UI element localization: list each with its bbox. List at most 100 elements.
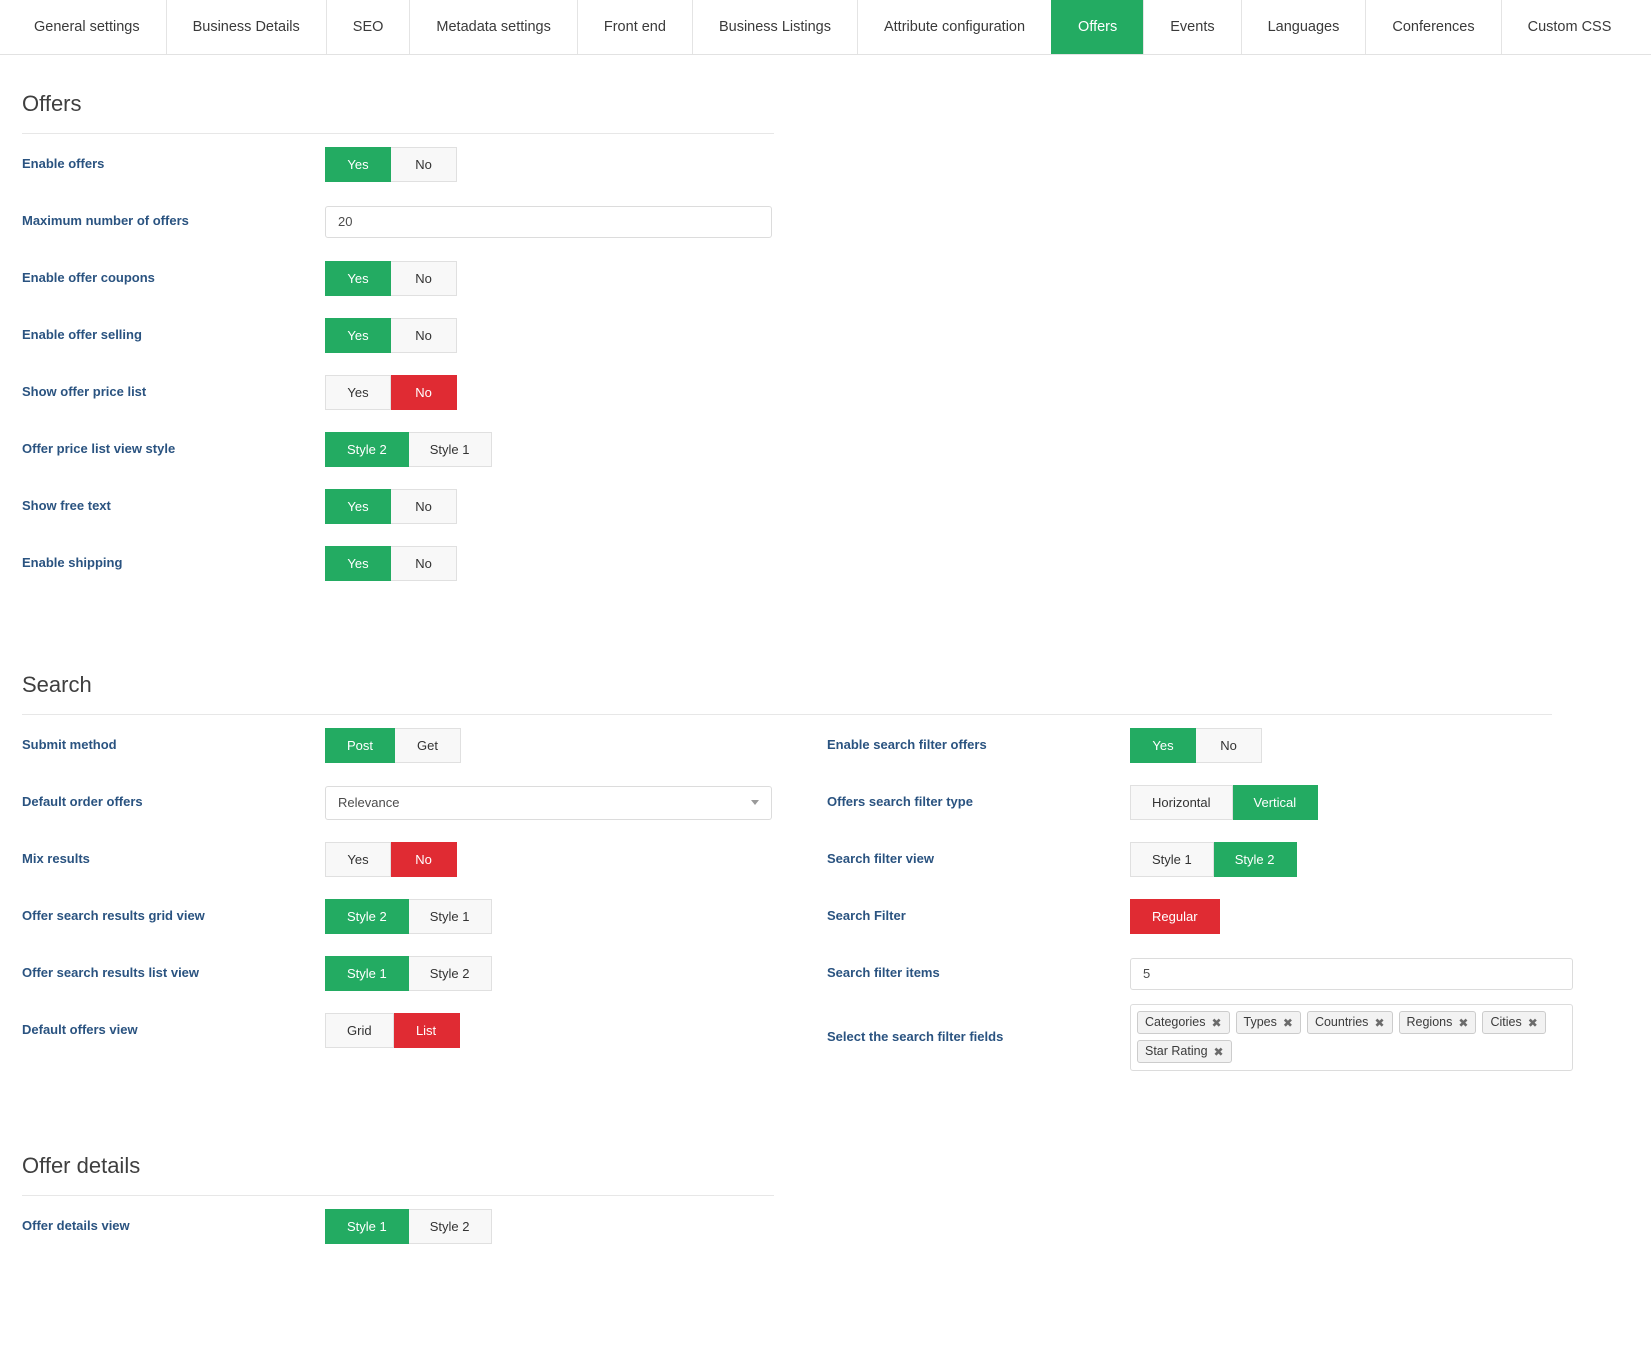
toggle-offer-price-list-view-style: Style 2 Style 1: [325, 432, 492, 467]
enable-shipping-yes-button[interactable]: Yes: [325, 546, 391, 581]
row-maximum-number-of-offers: Maximum number of offers 20: [22, 191, 827, 248]
offers-search-filter-type-vertical-button[interactable]: Vertical: [1232, 785, 1319, 820]
toggle-offer-search-results-grid-view: Style 2 Style 1: [325, 899, 492, 934]
default-offers-view-list-button[interactable]: List: [393, 1013, 460, 1048]
chip-cities[interactable]: Cities ✖: [1482, 1011, 1546, 1034]
row-enable-search-filter-offers: Enable search filter offers Yes No: [827, 715, 1587, 772]
enable-offer-coupons-no-button[interactable]: No: [391, 261, 457, 296]
submit-method-get-button[interactable]: Get: [395, 728, 462, 763]
tab-business-details[interactable]: Business Details: [165, 0, 326, 54]
offer-search-results-grid-view-option-2-button[interactable]: Style 1: [408, 899, 492, 934]
toggle-search-filter-view: Style 1 Style 2: [1130, 842, 1297, 877]
chip-star-rating[interactable]: Star Rating ✖: [1137, 1040, 1232, 1063]
tab-attribute-configuration[interactable]: Attribute configuration: [856, 0, 1052, 54]
enable-offers-no-button[interactable]: No: [391, 147, 457, 182]
tab-general-settings[interactable]: General settings: [8, 0, 166, 54]
enable-offer-selling-yes-button[interactable]: Yes: [325, 318, 391, 353]
search-section-spacer: [22, 1071, 1629, 1117]
enable-offers-yes-button[interactable]: Yes: [325, 147, 391, 182]
label-select-search-filter-fields: Select the search filter fields: [827, 1029, 1004, 1045]
row-default-offers-view: Default offers view Grid List: [22, 1000, 827, 1057]
chip-types-label: Types: [1243, 1015, 1277, 1029]
enable-search-filter-offers-no-button[interactable]: No: [1196, 728, 1262, 763]
label-offer-details-view: Offer details view: [22, 1218, 130, 1234]
remove-chip-icon[interactable]: ✖: [1528, 1017, 1538, 1029]
row-mix-results: Mix results Yes No: [22, 829, 827, 886]
show-offer-price-list-yes-button[interactable]: Yes: [325, 375, 391, 410]
label-offer-search-results-grid-view: Offer search results grid view: [22, 908, 205, 924]
row-enable-offers: Enable offers Yes No: [22, 134, 827, 191]
offer-details-view-option-2-button[interactable]: Style 2: [408, 1209, 492, 1244]
offers-search-filter-type-horizontal-button[interactable]: Horizontal: [1130, 785, 1233, 820]
chip-categories[interactable]: Categories ✖: [1137, 1011, 1230, 1034]
offer-search-results-list-view-option-2-button[interactable]: Style 2: [408, 956, 492, 991]
search-filter-view-option-1-button[interactable]: Style 1: [1130, 842, 1214, 877]
mix-results-no-button[interactable]: No: [391, 842, 457, 877]
toggle-mix-results: Yes No: [325, 842, 457, 877]
chip-countries[interactable]: Countries ✖: [1306, 1011, 1393, 1034]
offer-price-list-view-style-option-1-button[interactable]: Style 2: [325, 432, 409, 467]
label-enable-offers: Enable offers: [22, 156, 105, 172]
offer-search-results-grid-view-option-1-button[interactable]: Style 2: [325, 899, 409, 934]
label-offer-price-list-view-style: Offer price list view style: [22, 441, 176, 457]
mix-results-yes-button[interactable]: Yes: [325, 842, 391, 877]
enable-shipping-no-button[interactable]: No: [391, 546, 457, 581]
enable-offer-selling-no-button[interactable]: No: [391, 318, 457, 353]
remove-chip-icon[interactable]: ✖: [1214, 1046, 1224, 1058]
tab-front-end[interactable]: Front end: [576, 0, 692, 54]
search-section-body: Submit method Post Get Default order off…: [22, 715, 1629, 1071]
settings-tab-bar: General settings Business Details SEO Me…: [0, 0, 1651, 55]
chip-types[interactable]: Types ✖: [1235, 1011, 1301, 1034]
toggle-enable-offer-selling: Yes No: [325, 318, 457, 353]
chip-star-rating-label: Star Rating: [1145, 1044, 1208, 1058]
maximum-number-of-offers-input[interactable]: 20: [325, 205, 772, 238]
remove-chip-icon[interactable]: ✖: [1458, 1017, 1468, 1029]
label-search-filter: Search Filter: [827, 908, 906, 924]
tab-conferences[interactable]: Conferences: [1365, 0, 1501, 54]
offers-section-spacer: [22, 590, 1629, 636]
tab-seo[interactable]: SEO: [325, 0, 410, 54]
toggle-offers-search-filter-type: Horizontal Vertical: [1130, 785, 1319, 820]
offer-details-view-option-1-button[interactable]: Style 1: [325, 1209, 409, 1244]
row-enable-offer-coupons: Enable offer coupons Yes No: [22, 248, 827, 305]
tab-languages[interactable]: Languages: [1240, 0, 1366, 54]
label-offers-search-filter-type: Offers search filter type: [827, 794, 973, 810]
search-section-title: Search: [22, 672, 92, 697]
search-filter-items-input[interactable]: 5: [1130, 957, 1573, 990]
chip-countries-label: Countries: [1314, 1015, 1369, 1029]
remove-chip-icon[interactable]: ✖: [1283, 1017, 1293, 1029]
show-free-text-no-button[interactable]: No: [391, 489, 457, 524]
tab-custom-css[interactable]: Custom CSS: [1500, 0, 1638, 54]
label-offer-search-results-list-view: Offer search results list view: [22, 965, 200, 981]
offer-search-results-list-view-option-1-button[interactable]: Style 1: [325, 956, 409, 991]
tab-offers[interactable]: Offers: [1051, 0, 1144, 54]
label-enable-offer-selling: Enable offer selling: [22, 327, 142, 343]
enable-offer-coupons-yes-button[interactable]: Yes: [325, 261, 391, 296]
tab-metadata-settings[interactable]: Metadata settings: [409, 0, 577, 54]
show-free-text-yes-button[interactable]: Yes: [325, 489, 391, 524]
submit-method-post-button[interactable]: Post: [325, 728, 396, 763]
select-search-filter-fields-input[interactable]: Categories ✖ Types ✖ Countries ✖ Regions…: [1130, 1004, 1573, 1071]
search-filter-regular-button[interactable]: Regular: [1130, 899, 1220, 934]
enable-search-filter-offers-yes-button[interactable]: Yes: [1130, 728, 1196, 763]
row-default-order-offers: Default order offers Relevance: [22, 772, 827, 829]
chip-regions-label: Regions: [1406, 1015, 1453, 1029]
default-order-offers-selected-value: Relevance: [338, 795, 400, 810]
default-order-offers-select[interactable]: Relevance: [325, 785, 772, 820]
row-search-filter-view: Search filter view Style 1 Style 2: [827, 829, 1587, 886]
toggle-submit-method: Post Get: [325, 728, 462, 763]
toggle-show-free-text: Yes No: [325, 489, 457, 524]
tab-events[interactable]: Events: [1143, 0, 1241, 54]
row-offer-price-list-view-style: Offer price list view style Style 2 Styl…: [22, 419, 827, 476]
offers-settings-page: Offers Enable offers Yes No Maximum numb…: [0, 55, 1651, 1253]
remove-chip-icon[interactable]: ✖: [1211, 1017, 1221, 1029]
label-enable-search-filter-offers: Enable search filter offers: [827, 737, 987, 753]
search-filter-view-option-2-button[interactable]: Style 2: [1213, 842, 1297, 877]
chip-regions[interactable]: Regions ✖: [1398, 1011, 1477, 1034]
offer-price-list-view-style-option-2-button[interactable]: Style 1: [408, 432, 492, 467]
show-offer-price-list-no-button[interactable]: No: [391, 375, 457, 410]
default-offers-view-grid-button[interactable]: Grid: [325, 1013, 394, 1048]
tab-business-listings[interactable]: Business Listings: [691, 0, 857, 54]
label-show-free-text: Show free text: [22, 498, 111, 514]
remove-chip-icon[interactable]: ✖: [1374, 1017, 1384, 1029]
